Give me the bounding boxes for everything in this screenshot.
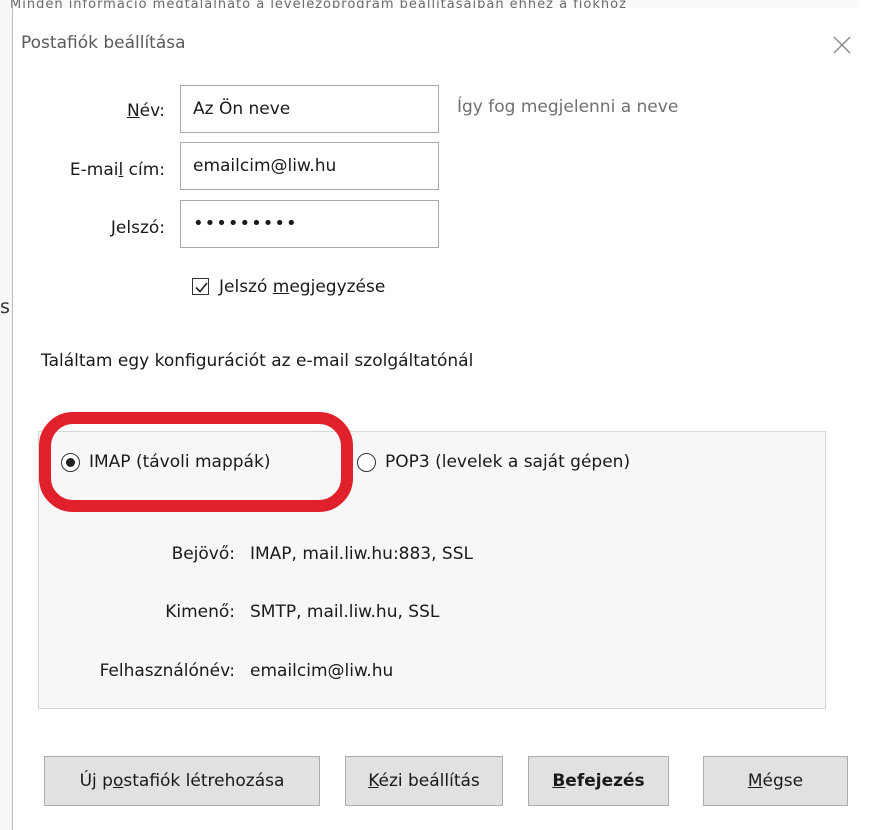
outgoing-label: Kimenő: (165, 602, 235, 622)
outgoing-value: SMTP, mail.liw.hu, SSL (250, 602, 440, 622)
remember-password-label[interactable]: Jelszó megjegyzése (219, 276, 385, 298)
password-label: Jelszó: (110, 218, 165, 238)
remember-password-checkbox[interactable] (192, 278, 209, 295)
name-field[interactable]: Az Ön neve (180, 85, 439, 133)
pop3-radio[interactable] (357, 453, 376, 472)
background-partial-char: s (0, 296, 10, 318)
password-field[interactable]: ••••••••• (180, 200, 439, 248)
finish-button[interactable]: Befejezés (528, 756, 669, 806)
config-found-text: Találtam egy konfigurációt az e-mail szo… (41, 351, 474, 371)
dialog-titlebar: Postafiók beállítása (13, 16, 869, 64)
close-icon (833, 36, 851, 54)
checkmark-icon (195, 282, 208, 293)
name-hint: Így fog megjelenni a neve (457, 97, 679, 117)
new-account-button[interactable]: Új postafiók létrehozása (44, 756, 320, 806)
username-label: Felhasználónév: (99, 661, 235, 681)
pop3-radio-label[interactable]: POP3 (levelek a saját gépen) (385, 451, 630, 473)
incoming-label: Bejövő: (171, 544, 235, 564)
manual-config-button[interactable]: Kézi beállítás (345, 756, 503, 806)
email-field[interactable]: emailcim@liw.hu (180, 142, 439, 190)
account-setup-dialog: Postafiók beállítása Név: Az Ön neve Így… (12, 8, 869, 830)
username-value: emailcim@liw.hu (250, 661, 394, 681)
highlight-annotation (39, 412, 353, 512)
cancel-button[interactable]: Mégse (703, 756, 848, 806)
screen: s Minden információ megtalálható a level… (0, 0, 869, 830)
email-label: E-mail cím: (69, 160, 165, 180)
dialog-title: Postafiók beállítása (21, 33, 186, 53)
incoming-value: IMAP, mail.liw.hu:883, SSL (250, 544, 473, 564)
background-window: s (0, 0, 12, 830)
close-button[interactable] (827, 30, 857, 60)
name-label: Név: (126, 101, 165, 121)
